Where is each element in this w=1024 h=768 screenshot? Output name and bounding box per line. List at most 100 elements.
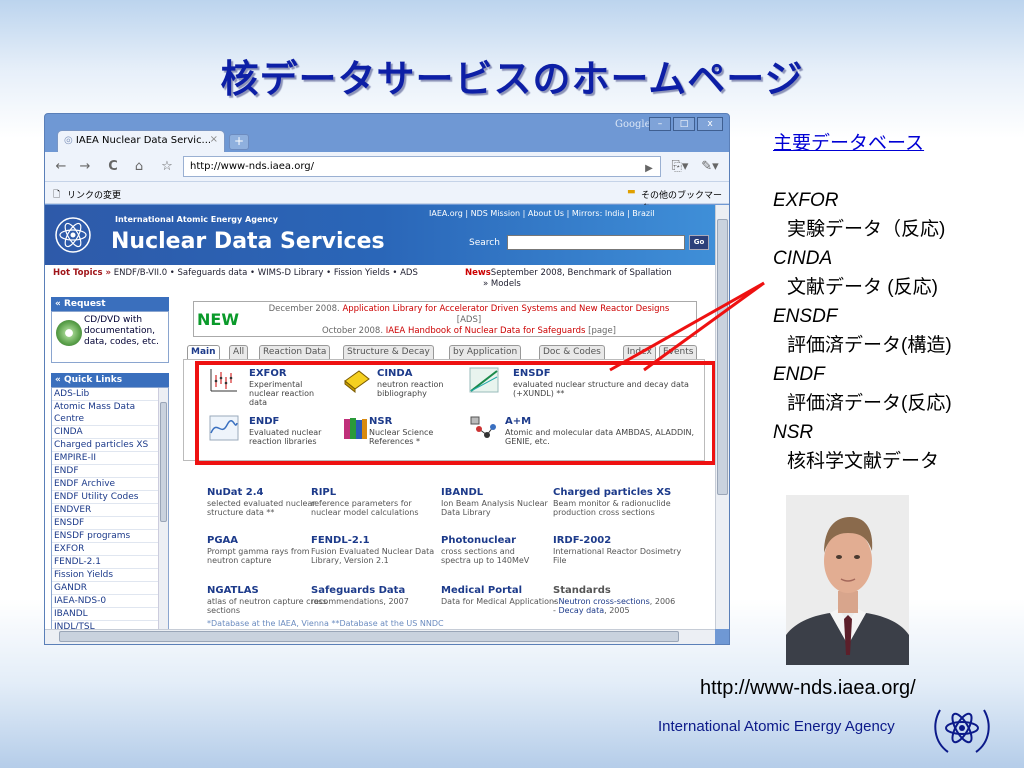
databases-heading[interactable]: 主要データベース [773,128,924,155]
res-charged-desc: Beam monitor & radionuclide production c… [553,499,671,517]
quick-link[interactable]: GANDR [52,582,168,595]
quick-link[interactable]: ENSDF programs [52,530,168,543]
request-box: CD/DVD with documentation, data, codes, … [51,311,169,363]
forward-icon[interactable]: → [75,158,95,176]
tab-events[interactable]: Events [659,345,698,359]
news-more-link[interactable]: » Models [465,279,521,289]
browser-tab[interactable]: ◎ IAEA Nuclear Data Servic... × [57,130,225,152]
minimize-button[interactable]: – [649,117,671,131]
page-vertical-scrollbar[interactable] [715,205,729,629]
maximize-button[interactable]: □ [673,117,695,131]
site-url[interactable]: http://www-nds.iaea.org/ [700,677,916,700]
go-arrow-icon[interactable]: ▶ [639,160,659,178]
quick-link[interactable]: Fission Yields [52,569,168,582]
tab-all[interactable]: All [229,345,249,359]
new-tab-button[interactable]: + [229,134,249,150]
page-horizontal-scrollbar[interactable] [45,629,715,644]
site-search-input[interactable] [507,235,685,250]
search-go-button[interactable]: Go [689,235,709,250]
tab-doc-codes[interactable]: Doc & Codes [539,345,605,359]
note-desc: 評価済データ(構造) [787,335,952,356]
quick-link[interactable]: EXFOR [52,543,168,556]
quick-link[interactable]: INDL/TSL [52,621,168,629]
standards-decay-link[interactable]: Decay data [558,606,604,615]
page-viewport: International Atomic Energy Agency Nucle… [45,205,715,629]
note-code: CINDA [773,248,833,269]
standards-neutron-link[interactable]: Neutron cross-sections [558,597,649,606]
page-scroll-thumb[interactable] [717,219,728,495]
iaea-logo-icon [55,217,91,253]
back-icon[interactable]: ← [51,158,71,176]
standards-decay-year: , 2005 [604,606,630,615]
top-links[interactable]: IAEA.org | NDS Mission | About Us | Mirr… [429,209,655,218]
res-photonuclear-desc: cross sections and spectra up to 140MeV [441,547,530,565]
tab-reaction-data[interactable]: Reaction Data [259,345,331,359]
address-bar[interactable]: http://www-nds.iaea.org/ [183,156,661,177]
news-text[interactable]: September 2008, Benchmark of Spallation [491,268,672,278]
quick-link[interactable]: ENDF Archive [52,478,168,491]
request-link[interactable]: CD/DVD with documentation, data, codes, … [84,315,168,348]
res-medical-desc: Data for Medical Applications [441,597,559,606]
request-header[interactable]: « Request [51,297,169,311]
quick-link[interactable]: ENSDF [52,517,168,530]
new-banner-text: December 2008. Application Library for A… [244,304,694,337]
home-icon[interactable]: ⌂ [129,158,149,176]
quick-link[interactable]: EMPIRE-II [52,452,168,465]
res-standards: Standards - Neutron cross-sections, 2006… [553,585,713,615]
quick-link[interactable]: ENDF [52,465,168,478]
quick-links-header[interactable]: « Quick Links [51,373,169,387]
tab-index[interactable]: Index [623,345,656,359]
quick-link[interactable]: ADS-Lib [52,388,168,401]
res-medical-link[interactable]: Medical Portal [441,585,565,597]
tab-structure-decay[interactable]: Structure & Decay [343,345,434,359]
bookmark-star-icon[interactable]: ☆ [157,158,177,176]
note-code: ENSDF [773,306,838,327]
browser-brand: Google [615,119,651,130]
cd-icon [56,320,82,346]
quick-link[interactable]: Charged particles XS [52,439,168,452]
res-safeguards: Safeguards Data recommendations, 2007 [311,585,435,606]
res-fendl: FENDL-2.1 Fusion Evaluated Nuclear Data L… [311,535,435,565]
res-safeguards-desc: recommendations, 2007 [311,597,409,606]
note-desc: 実験データ（反応) [787,219,946,240]
tools-menu-icon[interactable]: ✎▾ [697,158,723,176]
quick-link[interactable]: ENDF Utility Codes [52,491,168,504]
page-menu-icon[interactable]: ⎘▾ [667,158,693,176]
hot-topics-links[interactable]: ENDF/B-VII.0 • Safeguards data • WIMS-D … [114,268,418,278]
res-irdf-desc: International Reactor Dosimetry File [553,547,682,565]
res-ibandl-desc: Ion Beam Analysis Nuclear Data Library [441,499,548,517]
res-ibandl-link[interactable]: IBANDL [441,487,565,499]
new-line1-link[interactable]: Application Library for Accelerator Driv… [342,304,669,314]
res-ripl-link[interactable]: RIPL [311,487,435,499]
tab-close-icon[interactable]: × [210,134,218,145]
quick-link[interactable]: Centre [52,413,168,426]
quick-links-scrollbar[interactable] [158,388,168,629]
quick-link[interactable]: ENDVER [52,504,168,517]
new-label: NEW [197,310,239,329]
quick-link[interactable]: Atomic Mass Data [52,401,168,413]
new-line2[interactable]: [ADS] [457,315,481,325]
new-line3-link[interactable]: IAEA Handbook of Nuclear Data for Safegu… [386,326,586,336]
tab-main[interactable]: Main [187,345,220,359]
new-line1-date: December 2008. [268,304,340,314]
res-safeguards-link[interactable]: Safeguards Data [311,585,435,597]
quick-link[interactable]: FENDL-2.1 [52,556,168,569]
page-hscroll-thumb[interactable] [59,631,679,642]
site-title: Nuclear Data Services [111,229,385,254]
bookmark-left[interactable]: リンクの変更 [67,188,121,201]
quick-link[interactable]: IAEA-NDS-0 [52,595,168,608]
res-fendl-link[interactable]: FENDL-2.1 [311,535,435,547]
res-irdf-link[interactable]: IRDF-2002 [553,535,693,547]
quick-links-scroll-thumb[interactable] [160,402,167,522]
res-charged-link[interactable]: Charged particles XS [553,487,703,499]
res-photonuclear-link[interactable]: Photonuclear [441,535,537,547]
quick-link[interactable]: CINDA [52,426,168,439]
note-desc: 核科学文献データ [787,451,940,472]
new-line3-tail[interactable]: [page] [588,326,616,336]
quick-link[interactable]: IBANDL [52,608,168,621]
site-header: International Atomic Energy Agency Nucle… [45,205,715,265]
quick-links-list: ADS-Lib Atomic Mass Data Centre CINDA Ch… [51,387,169,629]
reload-icon[interactable]: C [103,158,123,176]
tab-by-application[interactable]: by Application [449,345,522,359]
close-window-button[interactable]: x [697,117,723,131]
